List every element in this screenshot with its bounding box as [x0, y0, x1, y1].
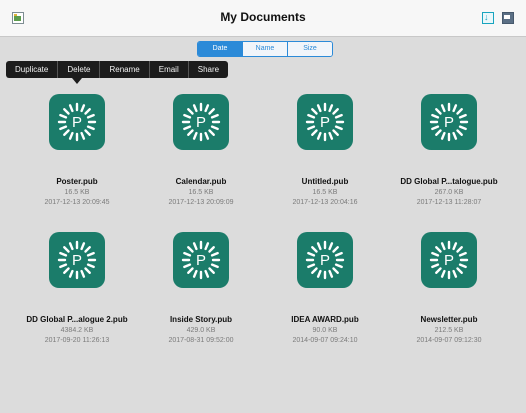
file-date: 2014-09-07 09:24:10	[292, 337, 358, 344]
navigation-bar: My Documents ↓	[0, 0, 526, 37]
file-size: 16.5 KB	[64, 189, 90, 196]
publisher-file-icon: P	[421, 232, 477, 288]
document-item[interactable]: P IDEA AWARD.pub 90.0 KB 2014-09-07 09:2…	[265, 232, 385, 344]
file-size: 16.5 KB	[188, 189, 214, 196]
import-icon[interactable]: ↓	[482, 12, 494, 24]
publisher-file-icon: P	[49, 232, 105, 288]
duplicate-menu-item[interactable]: Duplicate	[6, 61, 57, 78]
document-item[interactable]: P Newsletter.pub 212.5 KB 2014-09-07 09:…	[389, 232, 509, 344]
document-item[interactable]: P Calendar.pub 16.5 KB 2017-12-13 20:09:…	[141, 94, 261, 206]
mail-icon[interactable]	[502, 12, 514, 24]
svg-text:P: P	[444, 252, 454, 269]
file-size: 429.0 KB	[186, 327, 216, 334]
file-name: Calendar.pub	[175, 177, 227, 186]
document-item[interactable]: P DD Global P...talogue.pub 267.0 KB 201…	[389, 94, 509, 206]
file-size: 16.5 KB	[312, 189, 338, 196]
publisher-file-icon: P	[297, 94, 353, 150]
file-date: 2017-12-13 20:04:16	[292, 199, 358, 206]
file-name: Inside Story.pub	[169, 315, 233, 324]
file-size: 4384.2 KB	[60, 327, 94, 334]
file-date: 2014-09-07 09:12:30	[416, 337, 482, 344]
file-size: 267.0 KB	[434, 189, 464, 196]
svg-text:P: P	[196, 252, 206, 269]
file-size: 90.0 KB	[312, 327, 338, 334]
publisher-file-icon: P	[173, 232, 229, 288]
svg-text:P: P	[320, 114, 330, 131]
document-item[interactable]: P DD Global P...alogue 2.pub 4384.2 KB 2…	[17, 232, 137, 344]
context-menu: Duplicate Delete Rename Email Share	[6, 61, 229, 78]
email-menu-item[interactable]: Email	[148, 61, 188, 78]
sort-date-button[interactable]: Date	[198, 42, 242, 56]
page-title: My Documents	[220, 10, 306, 24]
share-menu-item[interactable]: Share	[187, 61, 228, 78]
context-menu-pointer	[72, 78, 82, 84]
svg-text:P: P	[72, 114, 82, 131]
publisher-file-icon: P	[297, 232, 353, 288]
svg-text:P: P	[196, 114, 206, 131]
document-item[interactable]: P Inside Story.pub 429.0 KB 2017-08-31 0…	[141, 232, 261, 344]
file-name: Untitled.pub	[301, 177, 349, 186]
file-name: Newsletter.pub	[420, 315, 478, 324]
file-date: 2017-12-13 20:09:09	[168, 199, 234, 206]
document-item[interactable]: P Poster.pub 16.5 KB 2017-12-13 20:09:45	[17, 94, 137, 206]
svg-text:P: P	[72, 252, 82, 269]
file-name: DD Global P...talogue.pub	[400, 177, 498, 186]
svg-text:P: P	[444, 114, 454, 131]
file-name: IDEA AWARD.pub	[291, 315, 359, 324]
publisher-file-icon: P	[173, 94, 229, 150]
file-date: 2017-12-13 11:28:07	[416, 199, 482, 206]
file-name: Poster.pub	[56, 177, 98, 186]
publisher-file-icon: P	[49, 94, 105, 150]
publisher-file-icon: P	[421, 94, 477, 150]
file-date: 2017-08-31 09:52:00	[168, 337, 234, 344]
document-item[interactable]: P Untitled.pub 16.5 KB 2017-12-13 20:04:…	[265, 94, 385, 206]
rename-menu-item[interactable]: Rename	[99, 61, 148, 78]
sort-size-button[interactable]: Size	[287, 42, 332, 56]
file-date: 2017-09-20 11:26:13	[44, 337, 110, 344]
file-date: 2017-12-13 20:09:45	[44, 199, 110, 206]
file-size: 212.5 KB	[434, 327, 464, 334]
svg-text:P: P	[320, 252, 330, 269]
delete-menu-item[interactable]: Delete	[57, 61, 99, 78]
sort-name-button[interactable]: Name	[242, 42, 287, 56]
sort-segmented-control: Date Name Size	[197, 41, 333, 57]
file-name: DD Global P...alogue 2.pub	[26, 315, 128, 324]
